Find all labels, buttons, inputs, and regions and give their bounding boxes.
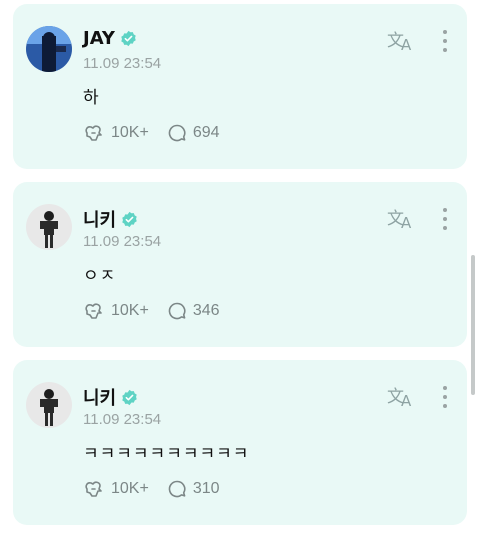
like-count: 10K+ [111, 480, 149, 497]
like-icon [85, 125, 102, 141]
translate-icon[interactable]: 文 A [387, 384, 415, 408]
more-options-icon[interactable] [441, 208, 449, 230]
verified-badge-icon [121, 30, 136, 47]
like-button[interactable]: 10K+ [83, 122, 149, 144]
author-name[interactable]: 니키 [83, 384, 116, 410]
author-avatar[interactable] [26, 382, 72, 428]
author-name[interactable]: 니키 [83, 206, 116, 232]
comment-button[interactable]: 694 [167, 123, 220, 143]
comment-icon [168, 124, 186, 142]
post-timestamp: 11.09 23:54 [83, 55, 162, 72]
svg-text:A: A [401, 36, 412, 52]
post-feed: JAY 11.09 23:54 하 10K+ 694 文 A 니키 11.09 … [0, 0, 480, 533]
post-text: ㅋㅋㅋㅋㅋㅋㅋㅋㅋㅋ [83, 444, 250, 464]
comment-count: 310 [192, 480, 220, 497]
author-avatar[interactable] [26, 204, 72, 250]
post-text: ㅇㅈ [83, 266, 117, 286]
post-timestamp: 11.09 23:54 [83, 233, 162, 250]
translate-icon[interactable]: 文 A [387, 206, 415, 230]
author-name[interactable]: JAY [83, 28, 115, 49]
like-count: 10K+ [111, 302, 149, 319]
post-text: 하 [83, 88, 100, 108]
comment-count: 346 [192, 302, 220, 319]
svg-text:A: A [401, 214, 412, 230]
like-count: 10K+ [111, 124, 149, 141]
like-icon [85, 303, 102, 319]
comment-icon [168, 302, 186, 320]
svg-text:A: A [401, 392, 412, 408]
like-icon [85, 481, 102, 497]
like-button[interactable]: 10K+ [83, 300, 149, 322]
author-avatar[interactable] [26, 26, 72, 72]
verified-badge-icon [122, 389, 137, 405]
comment-icon [168, 480, 186, 498]
comment-count: 694 [192, 124, 220, 141]
more-options-icon[interactable] [441, 30, 449, 52]
verified-badge-icon [122, 211, 137, 227]
comment-button[interactable]: 310 [167, 479, 220, 499]
post-card[interactable]: 니키 11.09 23:54 ㅇㅈ 10K+ 346 文 A [13, 182, 467, 347]
post-card[interactable]: JAY 11.09 23:54 하 10K+ 694 文 A [13, 4, 467, 169]
like-button[interactable]: 10K+ [83, 478, 149, 500]
post-timestamp: 11.09 23:54 [83, 411, 162, 428]
more-options-icon[interactable] [441, 386, 449, 408]
scrollbar[interactable] [471, 255, 475, 395]
comment-button[interactable]: 346 [167, 301, 220, 321]
translate-icon[interactable]: 文 A [387, 28, 415, 52]
post-card[interactable]: 니키 11.09 23:54 ㅋㅋㅋㅋㅋㅋㅋㅋㅋㅋ 10K+ 310 文 A [13, 360, 467, 525]
